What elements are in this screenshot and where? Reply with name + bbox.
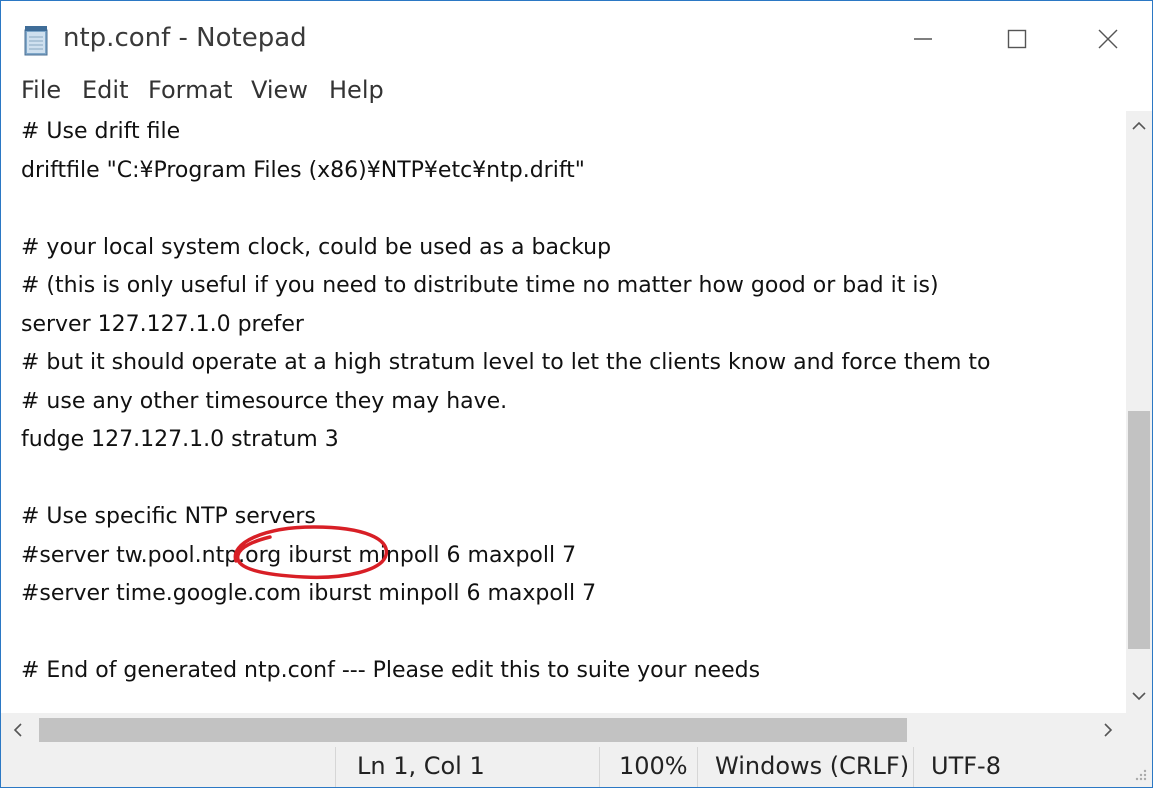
text-line: #server tw.pool.ntp.org iburst minpoll 6… <box>21 542 577 568</box>
menu-format[interactable]: Format <box>148 76 233 104</box>
text-line <box>21 460 991 499</box>
line-ending: Windows (CRLF) <box>715 752 910 780</box>
title-bar[interactable]: ntp.conf - Notepad <box>1 1 1152 77</box>
status-separator <box>335 747 336 787</box>
scrollbar-corner <box>1126 713 1152 747</box>
scroll-up-arrow-icon[interactable] <box>1130 117 1148 135</box>
menu-help[interactable]: Help <box>329 76 384 104</box>
resize-grip-icon[interactable] <box>1131 765 1149 783</box>
text-line: server 127.127.1.0 prefer <box>21 311 304 337</box>
text-line: # your local system clock, could be used… <box>21 234 612 260</box>
menu-view[interactable]: View <box>251 76 308 104</box>
text-line: # (this is only useful if you need to di… <box>21 273 939 298</box>
scroll-left-arrow-icon[interactable] <box>9 721 27 739</box>
vertical-scroll-thumb[interactable] <box>1128 411 1150 649</box>
status-separator <box>599 747 600 787</box>
close-button[interactable] <box>1062 1 1153 77</box>
window-title: ntp.conf - Notepad <box>63 23 307 53</box>
text-line: # but it should operate at a high stratu… <box>21 350 991 375</box>
text-line: # Use specific NTP servers <box>21 504 316 529</box>
menu-edit[interactable]: Edit <box>82 76 128 104</box>
text-editor[interactable]: # Use drift file driftfile "C:¥Program F… <box>1 111 1126 713</box>
status-separator <box>913 747 914 787</box>
text-line <box>21 190 991 229</box>
minimize-icon <box>914 38 932 40</box>
notepad-window: ntp.conf - Notepad File Edit Format View… <box>0 0 1153 788</box>
maximize-icon <box>1007 29 1027 49</box>
scroll-right-arrow-icon[interactable] <box>1099 721 1117 739</box>
vertical-scrollbar[interactable] <box>1126 111 1152 713</box>
menu-file[interactable]: File <box>21 76 61 104</box>
notepad-icon <box>24 26 48 56</box>
text-line: # use any other timesource they may have… <box>21 388 508 414</box>
editor-content[interactable]: # Use drift file driftfile "C:¥Program F… <box>21 113 991 691</box>
status-separator <box>697 747 698 787</box>
text-line: # Use drift file <box>21 119 181 144</box>
scroll-down-arrow-icon[interactable] <box>1130 687 1148 705</box>
text-line: driftfile "C:¥Program Files (x86)¥NTP¥et… <box>21 157 585 183</box>
menu-bar: File Edit Format View Help <box>1 73 1152 111</box>
maximize-button[interactable] <box>971 1 1063 77</box>
cursor-position: Ln 1, Col 1 <box>357 752 485 780</box>
horizontal-scrollbar[interactable] <box>1 713 1126 747</box>
text-line <box>21 614 991 653</box>
minimize-button[interactable] <box>877 1 969 77</box>
encoding: UTF-8 <box>931 752 1001 780</box>
horizontal-scroll-thumb[interactable] <box>39 718 907 742</box>
zoom-level: 100% <box>619 752 688 780</box>
text-line: fudge 127.127.1.0 stratum 3 <box>21 427 339 452</box>
text-line: #server time.google.com iburst minpoll 6… <box>21 581 597 606</box>
status-bar: Ln 1, Col 1 100% Windows (CRLF) UTF-8 <box>1 747 1152 787</box>
close-icon <box>1098 29 1118 49</box>
text-line: # End of generated ntp.conf --- Please e… <box>21 658 761 683</box>
